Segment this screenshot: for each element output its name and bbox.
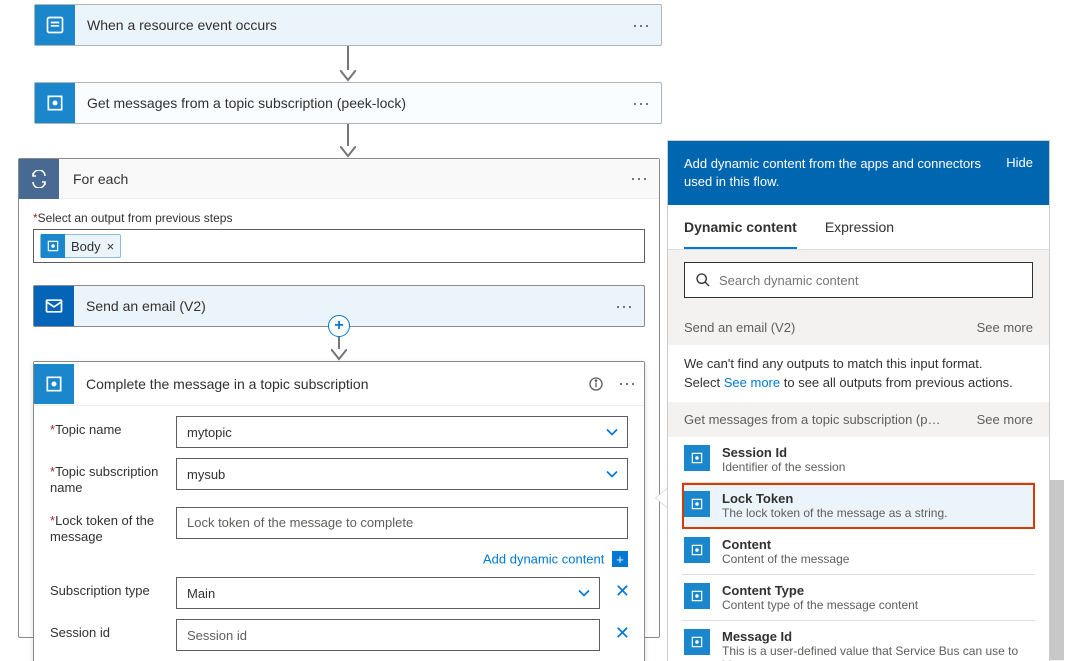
pill-label: Body xyxy=(71,239,101,254)
step-menu-button[interactable]: ··· xyxy=(621,93,661,114)
section-get-messages: Get messages from a topic subscription (… xyxy=(668,402,1049,437)
no-outputs-note: We can't find any outputs to match this … xyxy=(668,345,1049,401)
dynamic-content-tabs: Dynamic content Expression xyxy=(668,205,1049,250)
search-icon xyxy=(695,272,711,288)
tab-dynamic-content[interactable]: Dynamic content xyxy=(684,205,797,249)
see-more-link[interactable]: See more xyxy=(724,375,780,390)
outlook-icon xyxy=(34,286,74,326)
scrollbar[interactable] xyxy=(1050,480,1064,661)
foreach-header[interactable]: For each ··· xyxy=(19,159,659,199)
step-title: Get messages from a topic subscription (… xyxy=(75,95,621,111)
dc-item-name: Lock Token xyxy=(722,491,947,506)
pill-remove-button[interactable]: × xyxy=(107,239,115,254)
session-id-input[interactable] xyxy=(176,619,600,651)
step-menu-button[interactable]: ··· xyxy=(621,15,661,36)
clear-button[interactable]: ✕ xyxy=(615,623,630,644)
select-output-input[interactable]: Body × xyxy=(33,229,645,263)
complete-header[interactable]: Complete the message in a topic subscrip… xyxy=(34,362,644,406)
dynamic-content-header-text: Add dynamic content from the apps and co… xyxy=(684,155,1006,191)
dc-item-desc: Content of the message xyxy=(722,552,849,566)
foreach-menu-button[interactable]: ··· xyxy=(619,168,659,189)
step-menu-button[interactable]: ··· xyxy=(604,296,644,317)
servicebus-icon xyxy=(35,83,75,123)
hide-panel-button[interactable]: Hide xyxy=(1006,155,1033,191)
dc-item-desc: Content type of the message content xyxy=(722,598,918,612)
search-input[interactable] xyxy=(711,272,1022,289)
dc-item-message-id[interactable]: Message IdThis is a user-defined value t… xyxy=(682,621,1035,661)
dc-item-name: Session Id xyxy=(722,445,845,460)
lock-token-label: *Lock token of the message xyxy=(50,507,176,546)
topic-name-label: *Topic name xyxy=(50,416,176,438)
flow-arrow xyxy=(340,46,356,82)
step-title: Send an email (V2) xyxy=(74,298,604,314)
dc-item-content-type[interactable]: Content TypeContent type of the message … xyxy=(682,575,1035,621)
step-get-messages[interactable]: Get messages from a topic subscription (… xyxy=(34,82,662,124)
search-dynamic-content[interactable] xyxy=(684,262,1033,298)
flow-arrow xyxy=(340,124,356,158)
step-title: When a resource event occurs xyxy=(75,17,621,33)
servicebus-icon xyxy=(684,445,710,471)
clear-button[interactable]: ✕ xyxy=(615,581,630,602)
dc-item-name: Message Id xyxy=(722,629,1033,644)
lock-token-input[interactable] xyxy=(176,507,628,539)
dynamic-content-header: Add dynamic content from the apps and co… xyxy=(668,141,1049,205)
azure-eventgrid-icon xyxy=(35,5,75,45)
add-dynamic-content-button[interactable]: + xyxy=(612,551,628,567)
step-complete-message: Complete the message in a topic subscrip… xyxy=(33,361,645,661)
foreach-container: For each ··· *Select an output from prev… xyxy=(18,158,660,638)
dc-item-content[interactable]: ContentContent of the message xyxy=(682,529,1035,575)
dc-item-lock-token[interactable]: Lock TokenThe lock token of the message … xyxy=(682,483,1035,529)
dc-item-desc: This is a user-defined value that Servic… xyxy=(722,644,1033,661)
see-more-link[interactable]: See more xyxy=(977,320,1033,335)
topic-name-select[interactable] xyxy=(176,416,628,448)
complete-title: Complete the message in a topic subscrip… xyxy=(74,376,582,392)
servicebus-icon xyxy=(684,491,710,517)
foreach-title: For each xyxy=(59,171,619,187)
session-id-label: Session id xyxy=(50,619,176,641)
tab-expression[interactable]: Expression xyxy=(825,205,894,249)
dc-item-session-id[interactable]: Session IdIdentifier of the session xyxy=(682,437,1035,483)
add-dynamic-content-link[interactable]: Add dynamic content xyxy=(483,552,604,567)
info-icon[interactable] xyxy=(582,376,610,392)
see-more-link[interactable]: See more xyxy=(977,412,1033,427)
dc-item-name: Content xyxy=(722,537,849,552)
select-output-label: *Select an output from previous steps xyxy=(33,211,645,225)
dc-item-desc: The lock token of the message as a strin… xyxy=(722,506,947,520)
subscription-name-select[interactable] xyxy=(176,458,628,490)
dc-item-desc: Identifier of the session xyxy=(722,460,845,474)
servicebus-icon xyxy=(684,629,710,655)
step-menu-button[interactable]: ··· xyxy=(610,373,644,394)
body-token-pill[interactable]: Body × xyxy=(40,234,121,258)
step-resource-event[interactable]: When a resource event occurs ··· xyxy=(34,4,662,46)
dynamic-content-panel: Add dynamic content from the apps and co… xyxy=(667,140,1050,661)
subscription-name-label: *Topic subscription name xyxy=(50,458,176,497)
servicebus-icon xyxy=(684,583,710,609)
dc-item-name: Content Type xyxy=(722,583,918,598)
add-dynamic-content-row: Add dynamic content + xyxy=(176,551,628,567)
foreach-icon xyxy=(19,159,59,199)
servicebus-icon xyxy=(684,537,710,563)
servicebus-icon xyxy=(34,364,74,404)
servicebus-icon xyxy=(41,234,65,258)
section-send-email: Send an email (V2) See more xyxy=(668,310,1049,345)
add-step-button[interactable]: + xyxy=(328,315,350,337)
subscription-type-label: Subscription type xyxy=(50,577,176,599)
subscription-type-select[interactable] xyxy=(176,577,600,609)
